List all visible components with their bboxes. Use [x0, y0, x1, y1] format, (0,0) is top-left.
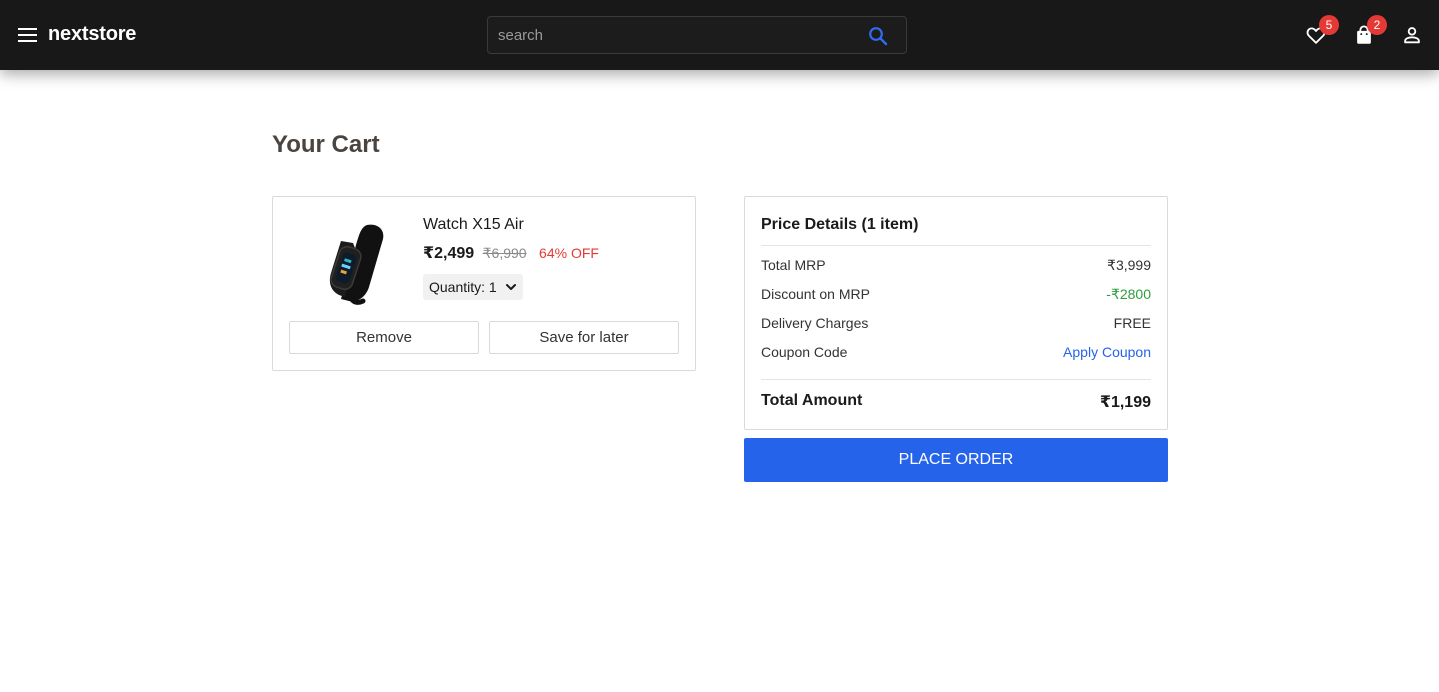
total-amount-label: Total Amount: [761, 392, 863, 409]
remove-button[interactable]: Remove: [289, 321, 479, 354]
price-details-title: Price Details (1 item): [761, 216, 919, 233]
search-input[interactable]: [498, 17, 858, 53]
quantity-label: Quantity:: [429, 279, 486, 295]
user-icon[interactable]: [1401, 24, 1423, 46]
product-price: ₹2,499: [423, 245, 475, 262]
wishlist-count-badge: 5: [1319, 15, 1339, 35]
top-navbar: nextstore 5 2: [0, 0, 1439, 70]
discount-label: 64% OFF: [539, 245, 599, 261]
cart-item-card: Watch X15 Air ₹2,499 ₹6,990 64% OFF Quan…: [272, 196, 696, 371]
delivery-charges-value: FREE: [1113, 315, 1151, 331]
search-icon[interactable]: [868, 26, 888, 46]
divider: [761, 245, 1151, 246]
total-amount-value: ₹1,199: [1099, 394, 1151, 411]
product-image[interactable]: [311, 221, 393, 305]
quantity-selector[interactable]: Quantity: 1: [423, 274, 523, 300]
discount-label: Discount on MRP: [761, 286, 870, 302]
divider: [761, 379, 1151, 380]
coupon-code-label: Coupon Code: [761, 344, 848, 360]
brand-logo[interactable]: nextstore: [48, 23, 136, 46]
quantity-value: 1: [488, 279, 497, 295]
total-mrp-label: Total MRP: [761, 257, 826, 273]
page-title: Your Cart: [272, 131, 380, 158]
discount-value: -₹2800: [1106, 286, 1151, 302]
cart-count-badge: 2: [1367, 15, 1387, 35]
product-mrp: ₹6,990: [482, 245, 527, 261]
delivery-charges-label: Delivery Charges: [761, 315, 869, 331]
place-order-button[interactable]: PLACE ORDER: [744, 438, 1168, 482]
price-row: ₹2,499 ₹6,990 64% OFF: [423, 243, 599, 263]
menu-icon[interactable]: [18, 26, 38, 44]
product-name[interactable]: Watch X15 Air: [423, 216, 524, 234]
price-details-card: Price Details (1 item) Total MRP ₹3,999 …: [744, 196, 1168, 430]
search-box: [487, 16, 907, 54]
apply-coupon-link[interactable]: Apply Coupon: [1063, 344, 1151, 360]
total-mrp-value: ₹3,999: [1107, 257, 1151, 273]
save-for-later-button[interactable]: Save for later: [489, 321, 679, 354]
chevron-down-icon: [505, 284, 516, 290]
